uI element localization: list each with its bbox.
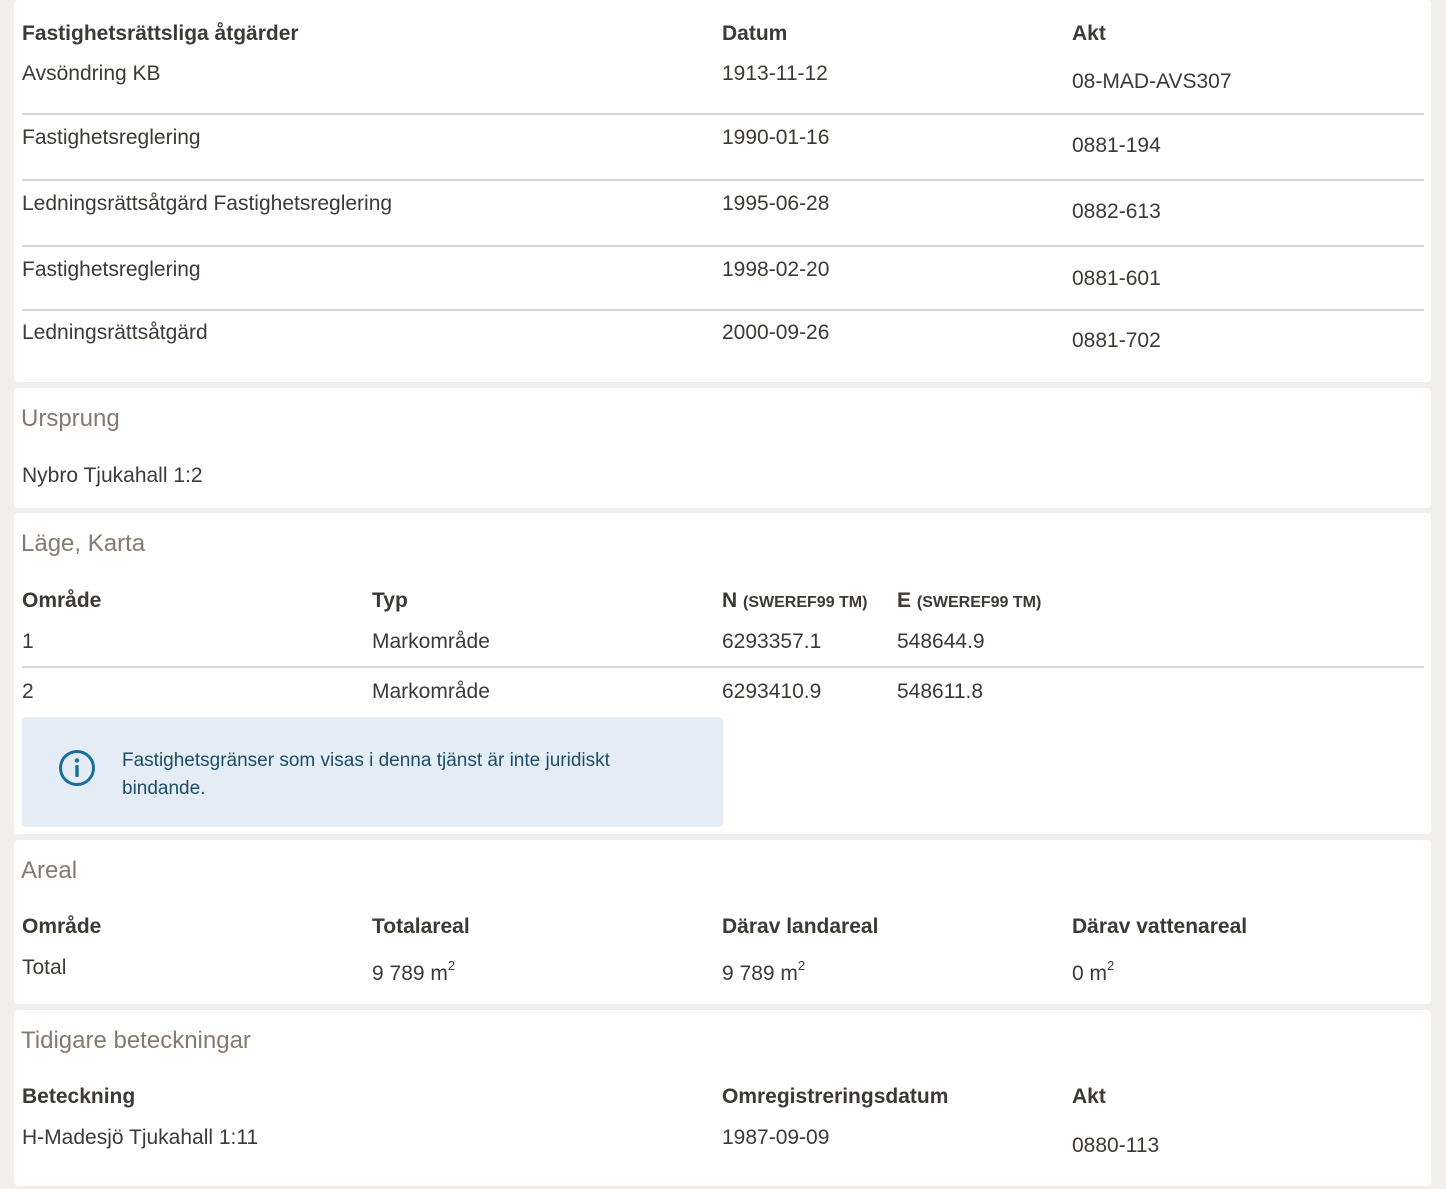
info-icon [59,750,95,786]
lage-header-e-sub: (SWEREF99 TM) [916,594,1042,611]
areal-header-omrade: Område [22,915,102,938]
row-divider [22,113,1424,115]
section-title-tidigare: Tidigare beteckningar [21,1027,251,1054]
actions-header-name: Fastighetsrättsliga åtgärder [22,22,299,45]
lage-typ: Markområde [372,630,490,653]
info-box: Fastighetsgränser som visas i denna tjän… [22,717,723,827]
action-akt: 0881-194 [1072,134,1161,157]
row-divider [22,245,1424,247]
lage-n: 6293410.9 [722,680,822,703]
lage-header-typ: Typ [372,589,408,612]
areal-header-vatten: Därav vattenareal [1072,915,1248,938]
actions-header-akt: Akt [1072,22,1106,45]
info-text: Fastighetsgränser som visas i denna tjän… [122,750,610,799]
action-akt: 0881-601 [1072,267,1161,290]
areal-header-total: Totalareal [372,915,470,938]
action-akt: 0881-702 [1072,329,1161,352]
ursprung-card: Ursprung Nybro Tjukahall 1:2 [14,388,1431,508]
areal-vatten-value: 0 m [1072,962,1108,985]
lage-omrade: 1 [22,630,34,653]
action-date: 2000-09-26 [722,321,830,344]
lage-card: Läge, Karta Område Typ N (SWEREF99 TM) E… [14,513,1431,834]
lage-header-n-sub: (SWEREF99 TM) [743,594,868,611]
ursprung-value: Nybro Tjukahall 1:2 [22,464,203,487]
lage-n: 6293357.1 [722,630,822,653]
areal-omrade: Total [22,956,67,979]
action-name: Ledningsrättsåtgärd Fastighetsreglering [22,192,393,215]
unit-superscript: 2 [447,958,456,973]
areal-total-value: 9 789 m [372,962,448,985]
actions-card: Fastighetsrättsliga åtgärder Datum Akt A… [14,0,1431,382]
section-title-lage: Läge, Karta [21,530,146,557]
tidigare-header-akt: Akt [1072,1085,1106,1108]
areal-header-land: Därav landareal [722,915,879,938]
lage-typ: Markområde [372,680,490,703]
actions-header-date: Datum [722,22,788,45]
action-akt: 08-MAD-AVS307 [1072,70,1232,93]
areal-land: 9 789 m2 [722,958,806,986]
lage-omrade: 2 [22,680,34,703]
tidigare-header-date: Omregistreringsdatum [722,1085,949,1108]
areal-total: 9 789 m2 [372,958,456,986]
row-divider [22,309,1424,311]
tidigare-header-beteckning: Beteckning [22,1085,136,1108]
tidigare-beteckning: H-Madesjö Tjukahall 1:11 [22,1126,259,1149]
action-name: Fastighetsreglering [22,126,201,149]
areal-vatten: 0 m2 [1072,958,1115,986]
lage-e: 548611.8 [897,680,984,703]
action-name: Ledningsrättsåtgärd [22,321,208,344]
action-date: 1913-11-12 [722,62,828,85]
lage-header-e: E (SWEREF99 TM) [897,589,1041,613]
lage-header-e-label: E [897,589,912,612]
lage-header-omrade: Område [22,589,102,612]
action-date: 1995-06-28 [722,192,830,215]
lage-header-n-label: N [722,589,738,612]
areal-land-value: 9 789 m [722,962,798,985]
action-name: Avsöndring KB [22,62,161,85]
row-divider [22,179,1424,181]
action-akt: 0882-613 [1072,200,1161,223]
row-divider [22,666,1424,668]
areal-card: Areal Område Totalareal Därav landareal … [14,840,1431,1004]
tidigare-date: 1987-09-09 [722,1126,830,1149]
unit-superscript: 2 [797,958,806,973]
section-title-ursprung: Ursprung [21,405,120,432]
section-title-areal: Areal [21,857,78,884]
action-date: 1990-01-16 [722,126,830,149]
action-name: Fastighetsreglering [22,258,201,281]
tidigare-card: Tidigare beteckningar Beteckning Omregis… [14,1010,1431,1186]
tidigare-akt: 0880-113 [1072,1134,1160,1157]
lage-e: 548644.9 [897,630,985,653]
lage-header-n: N (SWEREF99 TM) [722,589,867,613]
action-date: 1998-02-20 [722,258,830,281]
unit-superscript: 2 [1107,958,1115,973]
